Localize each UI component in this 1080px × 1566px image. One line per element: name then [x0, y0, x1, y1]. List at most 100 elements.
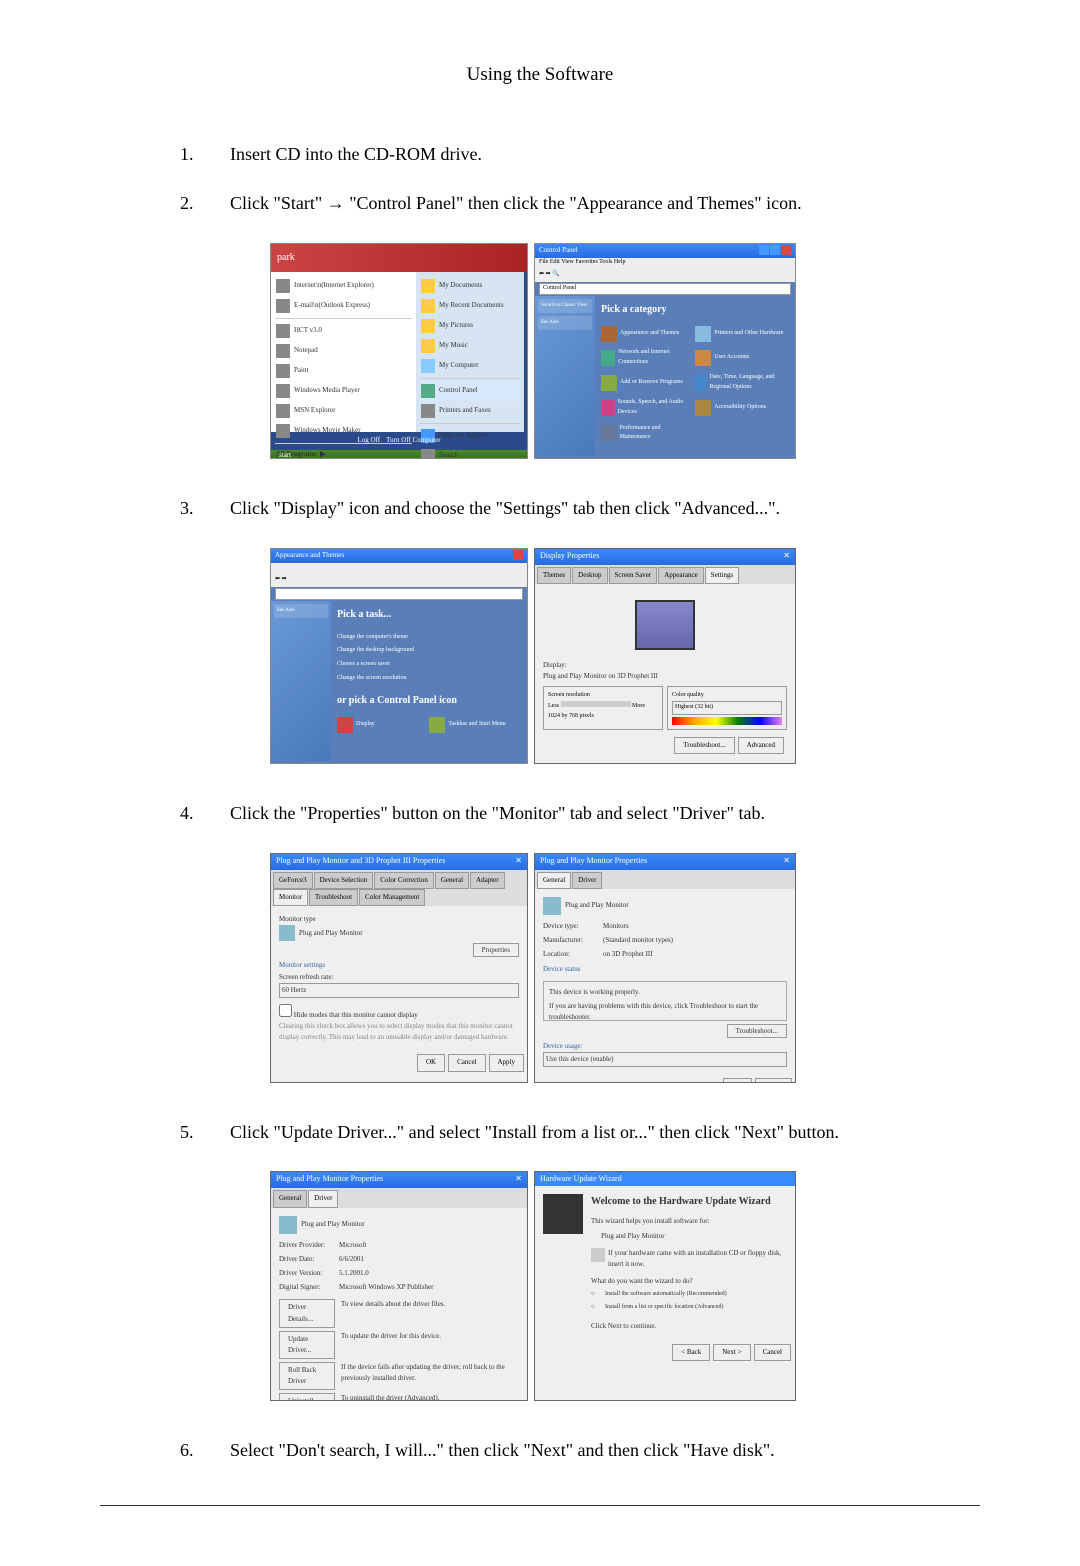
usage-dropdown[interactable]: Use this device (enable): [543, 1052, 787, 1067]
tab[interactable]: General: [435, 872, 469, 889]
task-item[interactable]: Change the computer's theme: [337, 631, 521, 645]
cancel-button[interactable]: Cancel: [755, 1078, 792, 1083]
category-addremove[interactable]: Add or Remove Programs: [601, 373, 691, 392]
tab-driver[interactable]: Driver: [572, 872, 602, 889]
tab[interactable]: Device Selection: [314, 872, 374, 889]
icon-display[interactable]: Display: [337, 717, 425, 733]
menu-search[interactable]: Search: [420, 446, 520, 459]
ok-button[interactable]: OK: [417, 1054, 445, 1071]
ok-button[interactable]: OK: [723, 1078, 751, 1083]
search-icon: [421, 449, 435, 459]
menu-item-internet[interactable]: Internet\n(Internet Explorer): [275, 276, 412, 296]
tab-driver[interactable]: Driver: [308, 1190, 338, 1207]
tab[interactable]: Adapter: [470, 872, 505, 889]
cancel-button[interactable]: Cancel: [448, 1054, 485, 1071]
tab-general[interactable]: General: [537, 872, 571, 889]
cancel-button[interactable]: Cancel: [754, 1344, 791, 1361]
update-driver-button[interactable]: Update Driver...: [279, 1331, 335, 1359]
rollback-button[interactable]: Roll Back Driver: [279, 1362, 335, 1390]
minimize-button[interactable]: [759, 245, 769, 255]
menu-item-paint[interactable]: Paint: [275, 361, 412, 381]
address-bar[interactable]: [275, 588, 523, 600]
menu-mydocs[interactable]: My Documents: [420, 276, 520, 296]
menu-item-msn[interactable]: MSN Explorer: [275, 401, 412, 421]
tab[interactable]: GeForce3: [273, 872, 313, 889]
menubar[interactable]: [271, 563, 527, 573]
tab-desktop[interactable]: Desktop: [572, 567, 607, 584]
close-button[interactable]: [513, 550, 523, 560]
close-icon[interactable]: ✕: [783, 550, 790, 564]
shutdown-button[interactable]: Turn Off Computer: [386, 435, 440, 446]
menu-pictures[interactable]: My Pictures: [420, 316, 520, 336]
maximize-button[interactable]: [770, 245, 780, 255]
menu-item-wmp[interactable]: Windows Media Player: [275, 381, 412, 401]
troubleshoot-button[interactable]: Troubleshoot...: [727, 1024, 787, 1038]
menu-controlpanel[interactable]: Control Panel: [420, 381, 520, 401]
driver-details-button[interactable]: Driver Details...: [279, 1299, 335, 1327]
footer-rule: [100, 1505, 980, 1506]
step-list: 1. Insert CD into the CD-ROM drive. 2. C…: [100, 140, 980, 1465]
category-datetime[interactable]: Date, Time, Language, and Regional Optio…: [695, 373, 785, 392]
tab[interactable]: Color Correction: [374, 872, 434, 889]
screenshot-hardware-wizard: Hardware Update Wizard Welcome to the Ha…: [534, 1171, 796, 1401]
menu-mycomputer[interactable]: My Computer: [420, 356, 520, 376]
uninstall-button[interactable]: Uninstall: [279, 1393, 335, 1401]
close-icon[interactable]: ✕: [515, 855, 522, 869]
resolution-slider[interactable]: [561, 701, 631, 707]
category-users[interactable]: User Accounts: [695, 348, 785, 367]
log-off-button[interactable]: Log Off: [357, 435, 380, 446]
color-dropdown[interactable]: Highest (32 bit): [672, 701, 782, 715]
icon-taskbar[interactable]: Taskbar and Start Menu: [429, 717, 517, 733]
back-button[interactable]: < Back: [672, 1344, 710, 1361]
category-appearance[interactable]: Appearance and Themes: [601, 326, 691, 342]
window-titlebar: Hardware Update Wizard: [535, 1172, 795, 1186]
category-accessibility[interactable]: Accessibility Options: [695, 398, 785, 417]
category-performance[interactable]: Performance and Maintenance: [601, 424, 691, 443]
task-item[interactable]: Choose a screen saver: [337, 658, 521, 672]
properties-button[interactable]: Properties: [473, 943, 519, 957]
tab-themes[interactable]: Themes: [537, 567, 571, 584]
menubar[interactable]: File Edit View Favorites Tools Help: [535, 258, 795, 268]
tab[interactable]: Troubleshoot: [309, 889, 358, 906]
tab-appearance[interactable]: Appearance: [658, 567, 703, 584]
menu-music[interactable]: My Music: [420, 336, 520, 356]
display-icon: [337, 717, 353, 733]
task-item[interactable]: Change the screen resolution: [337, 672, 521, 686]
tab-settings[interactable]: Settings: [705, 567, 740, 584]
close-icon[interactable]: ✕: [783, 855, 790, 869]
close-icon[interactable]: ✕: [515, 1173, 522, 1187]
step-text: Insert CD into the CD-ROM drive.: [230, 140, 940, 169]
tab[interactable]: Color Management: [359, 889, 425, 906]
task-item[interactable]: Change the desktop background: [337, 644, 521, 658]
tab-monitor[interactable]: Monitor: [273, 889, 308, 906]
screenshots-step4: Plug and Play Monitor and 3D Prophet III…: [270, 853, 940, 1083]
troubleshoot-button[interactable]: Troubleshoot...: [674, 737, 734, 754]
apply-button[interactable]: Apply: [489, 1054, 525, 1071]
window-titlebar: Display Properties ✕: [535, 549, 795, 565]
sidebar-switch[interactable]: Switch to Classic View: [538, 299, 592, 313]
next-button[interactable]: Next >: [713, 1344, 750, 1361]
menu-item-notepad[interactable]: Notepad: [275, 341, 412, 361]
close-button[interactable]: [781, 245, 791, 255]
toolbar[interactable]: ⬅ ➡ 🔍: [535, 268, 795, 282]
address-bar[interactable]: Control Panel: [539, 283, 791, 295]
start-button[interactable]: start: [279, 451, 291, 459]
network-icon: [601, 350, 615, 366]
menu-item-email[interactable]: E-mail\n(Outlook Express): [275, 296, 412, 316]
hide-modes-checkbox[interactable]: [279, 1004, 292, 1017]
menu-all-programs[interactable]: All Programs ▶: [275, 446, 412, 459]
menu-recent[interactable]: My Recent Documents: [420, 296, 520, 316]
radio-auto[interactable]: Install the software automatically (Reco…: [591, 1290, 787, 1300]
printer-icon: [695, 326, 711, 342]
tab-screensaver[interactable]: Screen Saver: [609, 567, 658, 584]
radio-list[interactable]: Install from a list or specific location…: [591, 1303, 787, 1313]
category-sounds[interactable]: Sounds, Speech, and Audio Devices: [601, 398, 691, 417]
advanced-button[interactable]: Advanced: [738, 737, 784, 754]
refresh-dropdown[interactable]: 60 Hertz: [279, 983, 519, 998]
tab-general[interactable]: General: [273, 1190, 307, 1207]
menu-item-hct[interactable]: HCT v3.0: [275, 321, 412, 341]
category-printers[interactable]: Printers and Other Hardware: [695, 326, 785, 342]
toolbar[interactable]: ⬅ ➡: [271, 573, 527, 587]
category-network[interactable]: Network and Internet Connections: [601, 348, 691, 367]
menu-printers[interactable]: Printers and Faxes: [420, 401, 520, 421]
